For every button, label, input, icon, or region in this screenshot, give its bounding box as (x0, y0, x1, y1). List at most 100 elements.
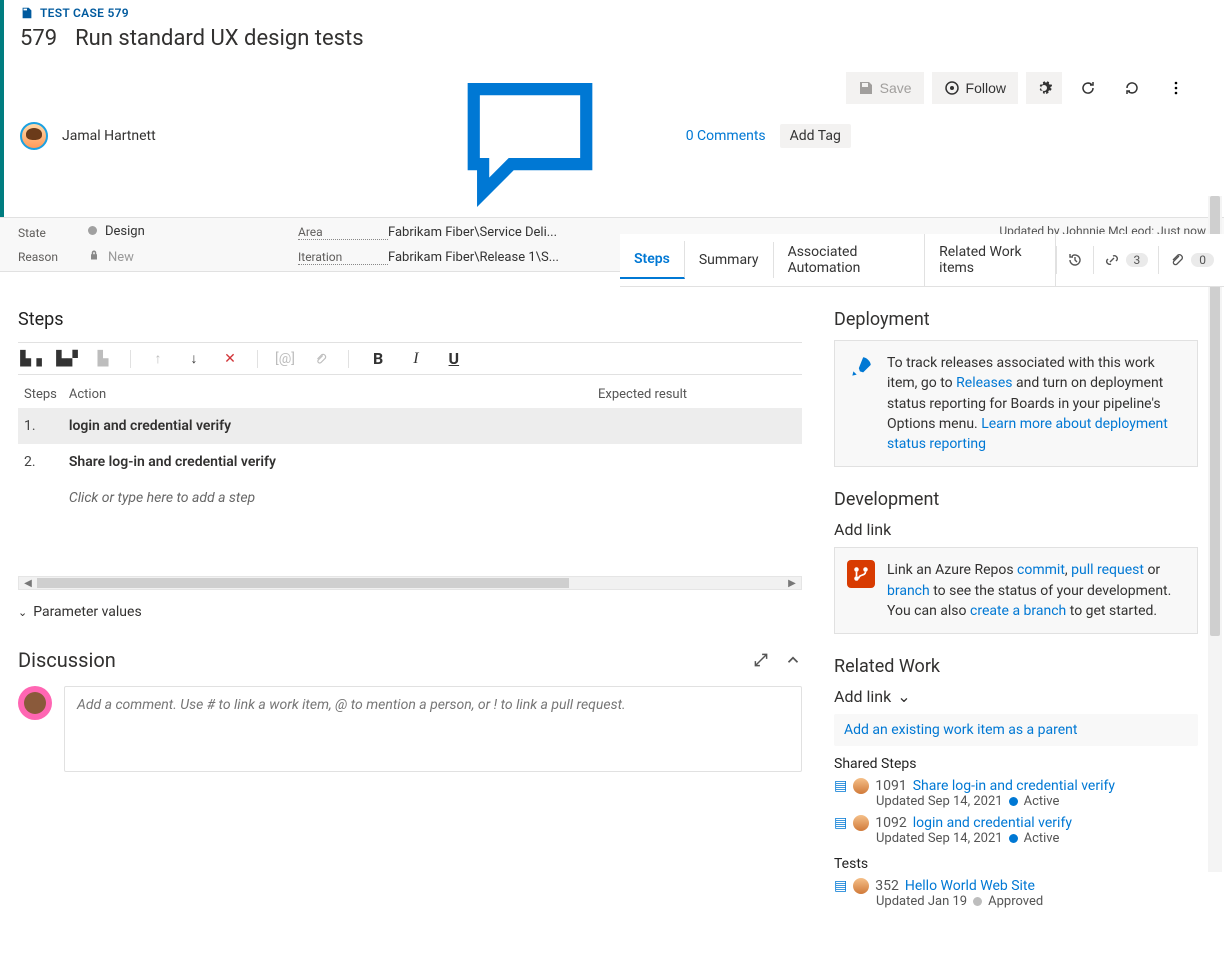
shared-steps-icon: ▤ (834, 778, 847, 794)
add-step-placeholder[interactable]: Click or type here to add a step (63, 480, 802, 516)
bold-button[interactable]: B (367, 349, 389, 368)
related-item-updated: Updated Jan 19 (876, 894, 967, 909)
related-item-id: 352 (875, 878, 899, 894)
save-button[interactable]: Save (846, 72, 924, 104)
shared-steps-icon: ▤ (834, 815, 847, 831)
scroll-thumb[interactable] (37, 578, 569, 588)
work-item-id: 579 (20, 26, 57, 51)
steps-horizontal-scrollbar[interactable]: ◀ ▶ (18, 576, 802, 590)
related-item-avatar (853, 815, 869, 831)
underline-button[interactable]: U (443, 349, 466, 368)
move-up-button: ↑ (149, 350, 167, 368)
steps-table: Steps Action Expected result 1. login an… (18, 381, 802, 516)
parameter-values-toggle[interactable]: ⌄ Parameter values (18, 604, 802, 620)
reason-label: Reason (18, 250, 88, 264)
related-item-id: 1092 (875, 815, 906, 831)
related-work-title: Related Work (834, 656, 1198, 677)
test-case-icon (20, 6, 34, 20)
deployment-title: Deployment (834, 309, 1198, 330)
related-item-state: Active (1024, 794, 1060, 809)
state-dot-icon (1009, 797, 1018, 806)
assignee-avatar[interactable] (20, 122, 48, 150)
chevron-down-icon: ⌄ (18, 606, 27, 619)
scroll-left-icon[interactable]: ◀ (21, 577, 35, 589)
comments-link[interactable]: 0 Comments (380, 61, 766, 211)
step-row[interactable]: 2. Share log-in and credential verify (18, 444, 802, 480)
settings-button[interactable] (1026, 72, 1062, 104)
tab-bar: Steps Summary Associated Automation Rela… (620, 234, 1224, 287)
related-item-title[interactable]: Hello World Web Site (905, 878, 1035, 894)
tab-steps[interactable]: Steps (620, 241, 685, 279)
refresh-icon (1080, 80, 1096, 96)
discussion-title: Discussion (18, 648, 116, 672)
rocket-icon (847, 353, 875, 381)
step-row[interactable]: 1. login and credential verify (18, 408, 802, 444)
links-tab[interactable]: 3 (1093, 246, 1159, 274)
comments-count: 0 Comments (686, 128, 766, 144)
work-item-title[interactable]: Run standard UX design tests (75, 26, 363, 51)
steps-section-title: Steps (18, 309, 802, 330)
related-item[interactable]: ▤1092login and credential verifyUpdated … (834, 815, 1198, 846)
tab-associated-automation[interactable]: Associated Automation (774, 234, 926, 286)
col-expected: Expected result (592, 381, 802, 408)
attachments-tab[interactable]: 0 (1158, 246, 1224, 274)
iteration-field[interactable]: Fabrikam Fiber\Release 1\S... (388, 250, 608, 265)
state-dot-icon (973, 897, 982, 906)
revert-button[interactable] (1114, 72, 1150, 104)
insert-step-button[interactable]: ▙▗ (22, 350, 40, 368)
attach-file-button (312, 350, 330, 368)
related-item[interactable]: ▤1091Share log-in and credential verifyU… (834, 778, 1198, 809)
refresh-button[interactable] (1070, 72, 1106, 104)
delete-step-button[interactable]: ✕ (221, 350, 239, 368)
related-item-updated: Updated Sep 14, 2021 (876, 794, 1003, 809)
area-label: Area (298, 225, 388, 240)
work-item-header: TEST CASE 579 579 Run standard UX design… (0, 0, 1224, 217)
pull-request-link[interactable]: pull request (1071, 562, 1144, 578)
move-down-button[interactable]: ↓ (185, 350, 203, 368)
add-parent-link[interactable]: Add an existing work item as a parent (834, 714, 1198, 746)
link-icon (1104, 252, 1120, 268)
development-add-link[interactable]: Add link (834, 520, 1198, 539)
iteration-label: Iteration (298, 250, 388, 265)
history-tab[interactable] (1056, 246, 1093, 274)
assignee-name[interactable]: Jamal Hartnett (62, 128, 156, 144)
related-item-state: Active (1024, 831, 1060, 846)
follow-icon (944, 80, 960, 96)
create-branch-link[interactable]: create a branch (970, 603, 1066, 619)
state-label: State (18, 226, 88, 240)
page-vertical-scrollbar[interactable] (1208, 196, 1222, 872)
commit-link[interactable]: commit (1017, 562, 1065, 578)
branch-link[interactable]: branch (887, 583, 930, 599)
col-step: Steps (18, 381, 63, 408)
related-item-state: Approved (988, 894, 1043, 909)
related-add-link[interactable]: Add link ⌄ (834, 687, 1198, 706)
attach-mention-button: [@] (276, 350, 294, 368)
add-tag-button[interactable]: Add Tag (780, 124, 851, 148)
create-shared-step-button: ▙ (94, 350, 112, 368)
breadcrumb[interactable]: TEST CASE 579 (20, 6, 1208, 20)
tab-related-work-items[interactable]: Related Work items (925, 234, 1055, 286)
related-item-title[interactable]: login and credential verify (913, 815, 1072, 831)
related-item-title[interactable]: Share log-in and credential verify (913, 778, 1115, 794)
tab-summary[interactable]: Summary (685, 242, 774, 278)
related-item[interactable]: ▤352Hello World Web SiteUpdated Jan 19Ap… (834, 878, 1198, 909)
gear-icon (1036, 80, 1052, 96)
discussion-input[interactable] (64, 686, 802, 772)
collapse-icon[interactable] (784, 651, 802, 669)
branch-icon (847, 560, 875, 588)
area-field[interactable]: Fabrikam Fiber\Service Deli... (388, 225, 608, 240)
breadcrumb-label: TEST CASE 579 (40, 6, 129, 20)
insert-shared-step-button[interactable]: ▙▞ (58, 350, 76, 368)
expand-icon[interactable] (752, 651, 770, 669)
state-dot-icon (1009, 834, 1018, 843)
attachment-icon (1169, 252, 1185, 268)
italic-button[interactable]: I (407, 350, 424, 368)
deployment-infobox: To track releases associated with this w… (834, 340, 1198, 467)
releases-link[interactable]: Releases (956, 375, 1012, 391)
more-actions-button[interactable] (1158, 72, 1194, 104)
undo-icon (1124, 80, 1140, 96)
state-field[interactable]: Design (88, 224, 298, 239)
scroll-right-icon[interactable]: ▶ (785, 577, 799, 589)
development-title: Development (834, 489, 1198, 510)
follow-button[interactable]: Follow (932, 72, 1018, 104)
